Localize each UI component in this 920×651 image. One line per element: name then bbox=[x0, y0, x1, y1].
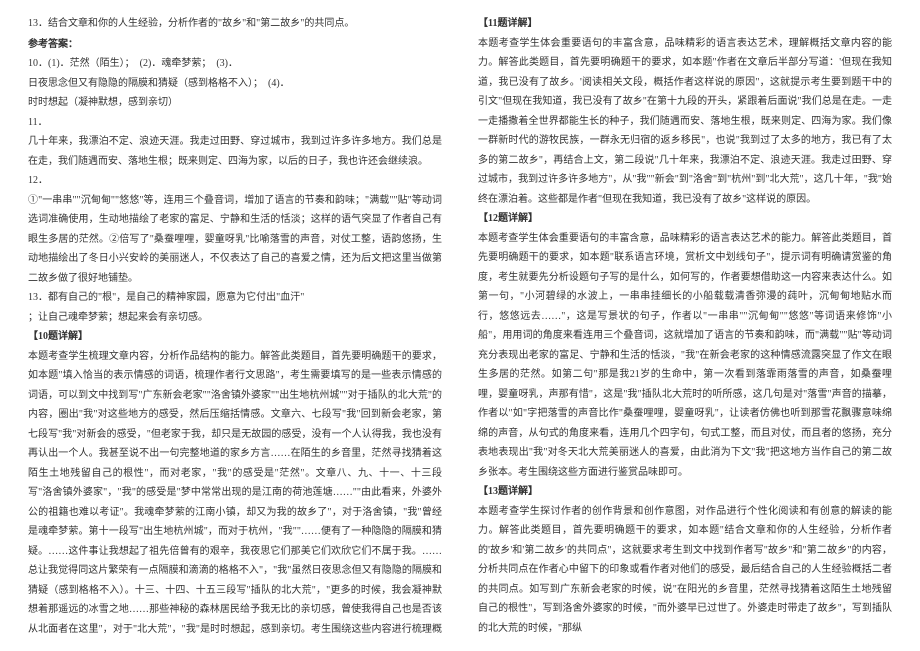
answer-11-label: 11． bbox=[28, 113, 442, 133]
right-column: 【11题详解】 本题考查学生体会重要语句的丰富含意，品味精彩的语言表达艺术，理解… bbox=[478, 14, 892, 637]
explain-12-body: 本题考查学生体会重要语句的丰富含意，品味精彩的语言表达艺术的能力。解答此类题目，… bbox=[478, 229, 892, 483]
answer-10-line2: 日夜思念但又有隐隐的隔膜和猜疑（感到格格不入）； (4)． bbox=[28, 74, 442, 94]
explain-11-body: 本题考查学生体会重要语句的丰富含意，品味精彩的语言表达艺术，理解概括文章内容的能… bbox=[478, 34, 892, 210]
answer-10-line1: 10．(1)．茫然（陌生）； (2)．魂牵梦萦； (3)． bbox=[28, 54, 442, 74]
explain-13-body: 本题考查学生探讨作者的创作背景和创作意图，对作品进行个性化阅读和有创意的解读的能… bbox=[478, 502, 892, 638]
answer-12-label: 12． bbox=[28, 171, 442, 191]
explain-11-label: 【11题详解】 bbox=[478, 14, 892, 34]
explain-10-label: 【10题详解】 bbox=[28, 327, 442, 347]
answer-13-line2: ；让自己魂牵梦萦；想起来会有亲切感。 bbox=[28, 308, 442, 328]
question-13: 13．结合文章和你的人生经验，分析作者的"故乡"和"第二故乡"的共同点。 bbox=[28, 14, 442, 34]
explain-13-label: 【13题详解】 bbox=[478, 482, 892, 502]
answer-13-line1: 13．都有自己的"根"，是自己的精神家园，愿意为它付出"血汗" bbox=[28, 288, 442, 308]
answer-10-line3: 时时想起（凝神默想，感到亲切） bbox=[28, 93, 442, 113]
answer-12-body: ①"一串串""沉甸甸""悠悠"等，连用三个叠音词，增加了语言的节奏和韵味；"满载… bbox=[28, 191, 442, 289]
explain-12-label: 【12题详解】 bbox=[478, 209, 892, 229]
answer-label: 参考答案： bbox=[28, 35, 442, 55]
left-column: 13．结合文章和你的人生经验，分析作者的"故乡"和"第二故乡"的共同点。 参考答… bbox=[28, 14, 442, 637]
explain-10-body: 本题考查学生梳理文章内容，分析作品结构的能力。解答此类题目，首先要明确题干的要求… bbox=[28, 347, 442, 638]
answer-11-body: 几十年来，我漂泊不定、浪迹天涯。我走过田野、穿过城市，我到过许多许多地方。我们总… bbox=[28, 132, 442, 171]
two-column-layout: 13．结合文章和你的人生经验，分析作者的"故乡"和"第二故乡"的共同点。 参考答… bbox=[28, 14, 892, 637]
